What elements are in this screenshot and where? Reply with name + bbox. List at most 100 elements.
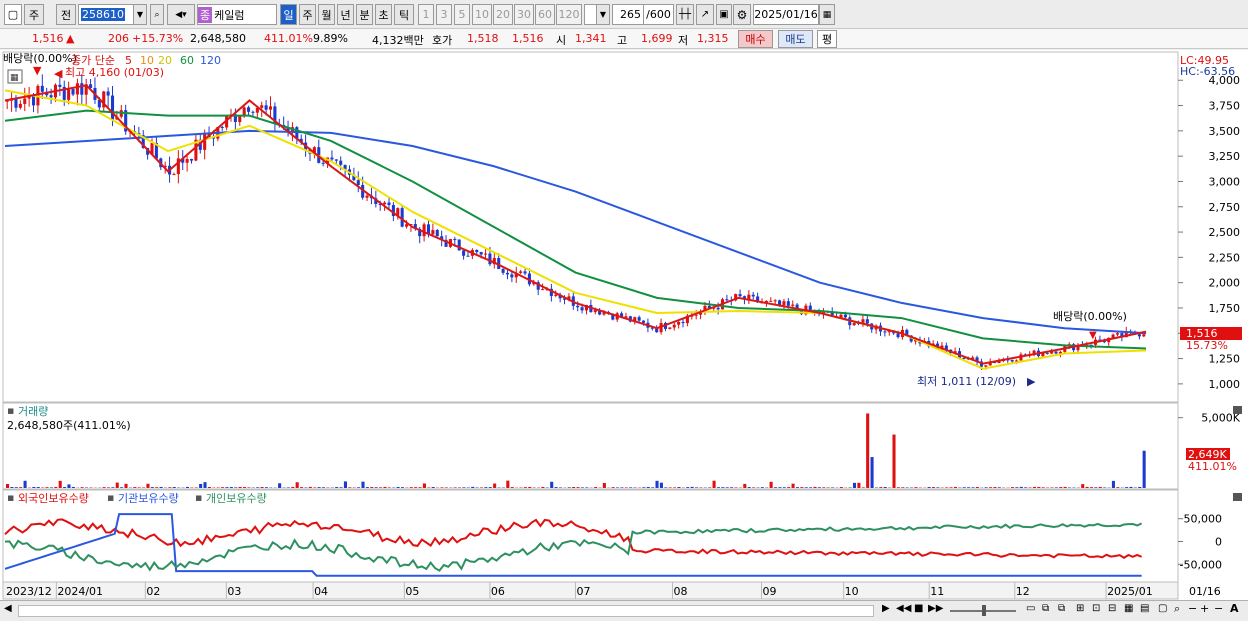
period-tick[interactable]: 틱 — [394, 4, 414, 25]
candle-icon[interactable]: ┼┼ — [676, 4, 694, 25]
search-icon[interactable]: ⌕ — [150, 4, 164, 25]
volume-bar — [506, 480, 510, 488]
scroll-right-icon[interactable]: ▶ — [882, 603, 890, 614]
volume-bar — [839, 487, 843, 488]
interval-5[interactable]: 5 — [454, 4, 470, 25]
volume-bar — [673, 487, 677, 488]
eval-button[interactable]: 평 — [817, 30, 837, 48]
price-tick-label: 3,250 — [1209, 150, 1241, 163]
period-day[interactable]: 일 — [280, 4, 297, 25]
calendar-icon[interactable]: ▦ — [819, 4, 835, 25]
scroll-left-icon[interactable]: ◀ — [4, 603, 12, 614]
candle-body — [896, 333, 900, 338]
interval-1[interactable]: 1 — [418, 4, 434, 25]
volume-bar — [36, 487, 40, 488]
scroll-track[interactable] — [18, 605, 874, 617]
forward-icon[interactable]: ▶▶ — [928, 603, 943, 614]
candle-body — [220, 127, 224, 129]
period-second[interactable]: 초 — [375, 4, 392, 25]
period-month[interactable]: 월 — [318, 4, 335, 25]
volume-bar — [229, 487, 233, 488]
period-year[interactable]: 년 — [337, 4, 354, 25]
period-select[interactable]: 주 — [24, 4, 44, 25]
audio-icon[interactable]: ◀▾ — [167, 4, 195, 25]
rewind-icon[interactable]: ◀◀ — [896, 603, 911, 614]
stop-icon[interactable]: ■ — [914, 603, 923, 614]
interval-3[interactable]: 3 — [436, 4, 452, 25]
grid-view-icon[interactable]: ▦ — [1124, 603, 1133, 614]
date-input[interactable]: 2025/01/16 — [753, 4, 819, 25]
magnify-icon[interactable]: ⌕ — [1174, 602, 1180, 616]
buy-button[interactable]: 매수 — [738, 30, 773, 48]
candle-body — [505, 272, 510, 275]
volume-bar — [646, 487, 650, 488]
volume-bar — [813, 486, 817, 488]
volume-bar — [194, 487, 198, 488]
window-icon-2[interactable]: ▢ — [1158, 603, 1167, 614]
code-input[interactable]: 258610 — [78, 4, 134, 25]
price-tick-label: 1,750 — [1209, 302, 1241, 315]
font-size-icon[interactable]: A — [1230, 602, 1239, 615]
volume-bar — [1054, 487, 1058, 488]
interval-60[interactable]: 60 — [535, 4, 555, 25]
volume-bar — [760, 487, 764, 488]
volume-bar — [901, 487, 905, 488]
window-icon[interactable]: ▢ — [4, 4, 22, 25]
volume-bar — [817, 487, 821, 488]
interval-120[interactable]: 120 — [556, 4, 582, 25]
volume-bar — [471, 486, 475, 488]
volume-bar — [975, 487, 979, 488]
layout-icon[interactable]: ▭ — [1026, 603, 1035, 614]
candle-body — [883, 331, 887, 333]
price-tick-label: 3,000 — [1209, 175, 1241, 188]
candle-body — [484, 253, 488, 255]
line-tool-icon[interactable]: ↗ — [696, 4, 714, 25]
copy-icon[interactable]: ⧉ — [1042, 603, 1049, 614]
chart-type-icon[interactable]: ⊡ — [1092, 603, 1100, 614]
holdings-close-icon[interactable] — [1233, 493, 1242, 501]
interval-10[interactable]: 10 — [472, 4, 492, 25]
interval-20[interactable]: 20 — [493, 4, 513, 25]
compare-icon[interactable]: ⧉ — [1058, 603, 1065, 614]
xaxis-label: 2025/01 — [1107, 585, 1153, 598]
volume-bar — [870, 457, 874, 488]
zoom-slider-handle[interactable] — [982, 605, 986, 616]
volume-close-icon[interactable] — [1233, 406, 1242, 414]
split-icon[interactable]: ⊟ — [1108, 603, 1116, 614]
code-dropdown-icon[interactable]: ▼ — [133, 4, 147, 25]
interval-dropdown-icon[interactable]: ▼ — [596, 4, 610, 25]
tools-icon[interactable]: ⊞ — [1076, 603, 1084, 614]
volume-bar — [291, 486, 295, 488]
name-field[interactable]: 종 케일럼 — [197, 4, 277, 25]
volume-bar — [624, 487, 628, 488]
volume-bar — [1059, 487, 1063, 488]
candle-body — [519, 271, 523, 273]
count-input[interactable]: 265 — [612, 4, 644, 25]
volume-bar — [458, 487, 462, 488]
gear-icon[interactable]: ⚙ — [733, 4, 751, 25]
zoom-in-icon[interactable]: + — [1200, 602, 1209, 615]
volume-bar — [120, 487, 124, 488]
volume-bar — [866, 413, 870, 488]
change-value: 206 — [108, 32, 129, 45]
volume-bar — [747, 487, 751, 488]
interval-30[interactable]: 30 — [514, 4, 534, 25]
period-week[interactable]: 주 — [299, 4, 316, 25]
sell-button[interactable]: 매도 — [778, 30, 813, 48]
period-minute[interactable]: 분 — [356, 4, 373, 25]
candle-body — [738, 294, 742, 297]
xaxis-label: 06 — [491, 585, 505, 598]
candle-body — [365, 195, 369, 198]
zoom-reset-icon[interactable]: − — [1214, 602, 1223, 615]
volume-bar — [629, 487, 633, 488]
candle-body — [339, 160, 343, 165]
save-icon[interactable]: ▣ — [716, 4, 732, 25]
layers-icon[interactable]: ▤ — [1140, 603, 1149, 614]
holdings-panel-frame — [2, 489, 1179, 583]
volume-bar — [409, 487, 413, 488]
prev-button[interactable]: 전 — [56, 4, 76, 25]
zoom-out-icon[interactable]: − — [1188, 602, 1197, 615]
candle-body — [422, 224, 426, 237]
candle-body — [264, 105, 268, 110]
volume-bar — [286, 487, 290, 488]
